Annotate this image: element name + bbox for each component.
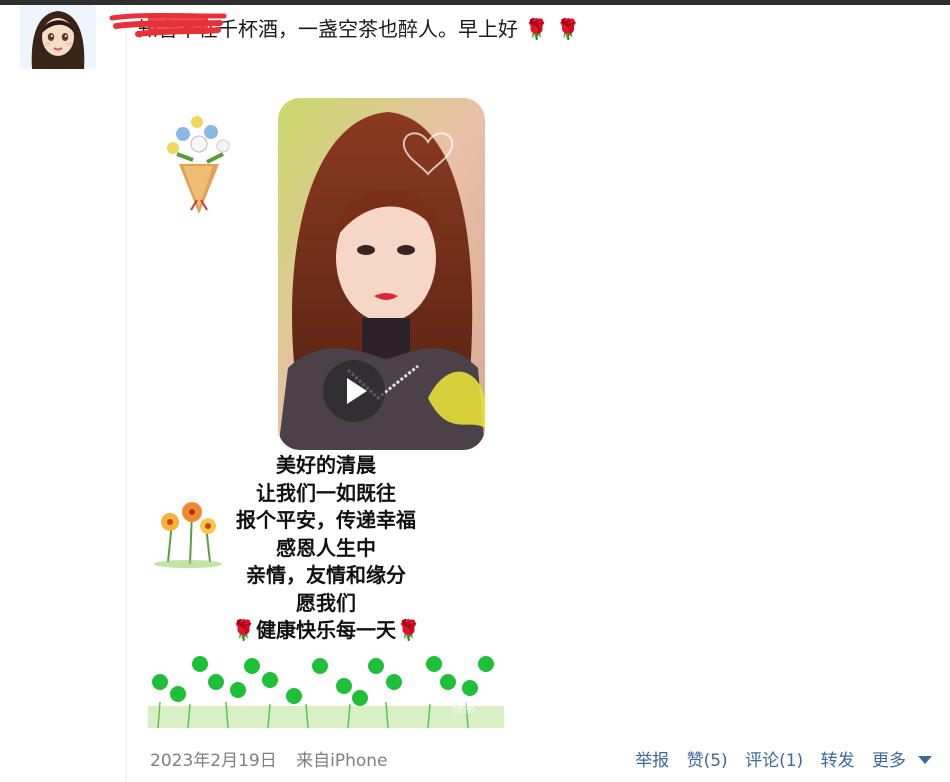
more-label: 更多 bbox=[872, 751, 906, 771]
post-source: 来自iPhone bbox=[296, 751, 388, 771]
poem-line: 🌹健康快乐每一天🌹 bbox=[231, 618, 421, 642]
post-actions: 举报 赞(5) 评论(1) 转发 更多 bbox=[623, 745, 932, 777]
caret-down-icon bbox=[918, 756, 932, 764]
redaction-scribble bbox=[109, 13, 227, 37]
comment-link[interactable]: 评论(1) bbox=[745, 751, 803, 771]
video-thumbnail[interactable] bbox=[278, 98, 485, 450]
post-image[interactable]: 美好的清晨 让我们一如既往 报个平安，传递幸福 感恩人生中 亲情，友情和缘分 愿… bbox=[148, 96, 504, 728]
play-button[interactable] bbox=[323, 360, 385, 422]
poem-line: 愿我们 bbox=[296, 590, 356, 615]
more-menu[interactable]: 更多 bbox=[872, 751, 932, 771]
repost-link[interactable]: 转发 bbox=[821, 751, 855, 771]
avatar[interactable] bbox=[20, 5, 96, 69]
poem-line: 亲情，友情和缘分 bbox=[246, 563, 406, 587]
post-footer: 2023年2月19日 来自iPhone 举报 赞(5) 评论(1) 转发 更多 bbox=[0, 745, 950, 777]
poem-line: 美好的清晨 bbox=[276, 453, 376, 477]
watermark-text: 快影 bbox=[452, 701, 476, 715]
feed-divider bbox=[126, 5, 127, 782]
like-link[interactable]: 赞(5) bbox=[687, 751, 728, 771]
bouquet-icon bbox=[167, 116, 230, 214]
window-top-edge bbox=[0, 0, 950, 5]
poem-text: 美好的清晨 让我们一如既往 报个平安，传递幸福 感恩人生中 亲情，友情和缘分 愿… bbox=[148, 452, 504, 645]
post-meta: 2023年2月19日 来自iPhone bbox=[150, 745, 388, 777]
report-link[interactable]: 举报 bbox=[635, 751, 669, 771]
poem-line: 感恩人生中 bbox=[276, 535, 376, 560]
post-date[interactable]: 2023年2月19日 bbox=[150, 751, 277, 771]
play-icon bbox=[347, 378, 367, 404]
clover-field-illustration: 快影 bbox=[148, 656, 504, 728]
avatar-illustration bbox=[20, 5, 96, 69]
poem-line: 让我们一如既往 bbox=[256, 480, 396, 505]
poem-line: 报个平安，传递幸福 bbox=[236, 508, 416, 532]
